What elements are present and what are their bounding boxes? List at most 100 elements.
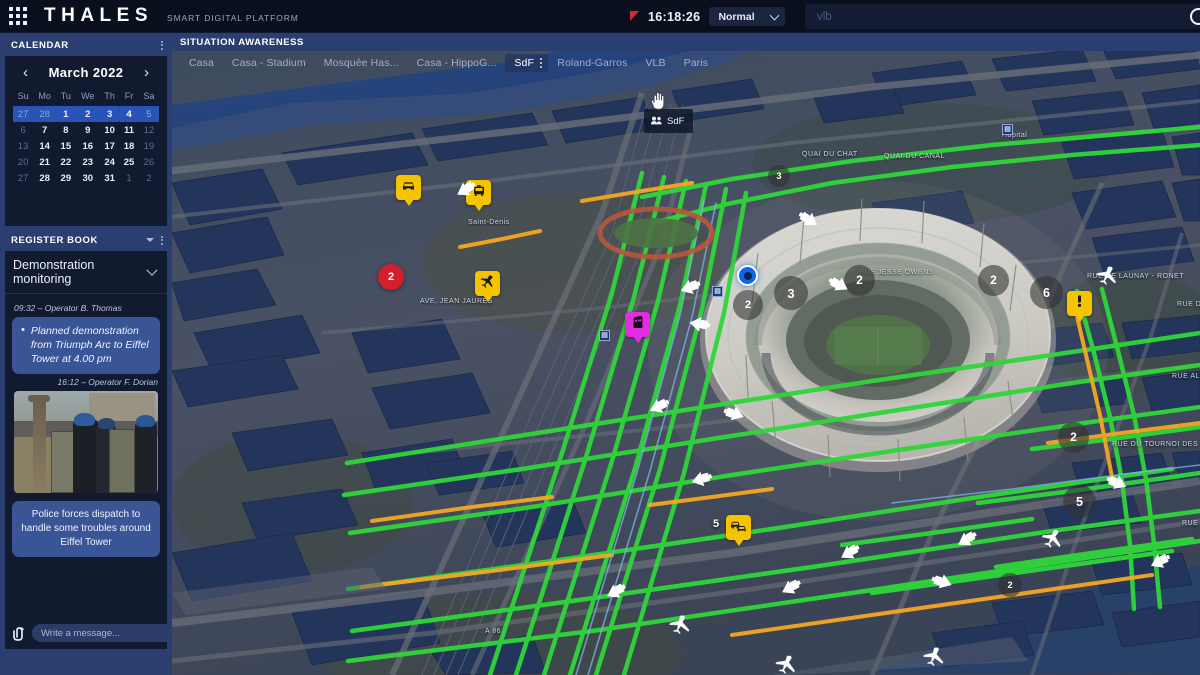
calendar-day[interactable]: 27 [13, 106, 34, 122]
caret-down-icon[interactable] [146, 238, 154, 242]
station-1[interactable]: ▤ [712, 286, 723, 297]
calendar-day[interactable]: 30 [76, 170, 100, 186]
calendar-day[interactable]: 17 [100, 138, 119, 154]
calendar-day[interactable]: 11 [119, 122, 138, 138]
apps-grid-icon[interactable] [0, 0, 36, 33]
station-2[interactable]: ▤ [599, 330, 610, 341]
calendar-day[interactable]: 16 [76, 138, 100, 154]
cluster-se-2[interactable]: 5 [1063, 485, 1096, 518]
search-input[interactable] [805, 10, 1135, 23]
situation-awareness-panel: QUAI DU CHAT QUAI DU CANAL Saint-Denis RUE … [172, 33, 1200, 675]
calendar-day[interactable]: 15 [56, 138, 75, 154]
calendar-day[interactable]: 24 [100, 154, 119, 170]
register-book-body: Demonstration monitoring 09:32 – Operato… [5, 251, 167, 649]
marker-traffic-south[interactable] [726, 515, 751, 546]
calendar-day[interactable]: 6 [13, 122, 33, 138]
calendar-day[interactable]: 31 [100, 170, 119, 186]
calendar-weekday: Th [104, 91, 115, 101]
mode-select[interactable]: Normal [709, 7, 785, 26]
calendar-day[interactable]: 12 [139, 122, 159, 138]
marker-selected-stadium[interactable] [737, 265, 758, 286]
calendar-day[interactable]: 3 [99, 106, 120, 122]
calendar-day[interactable]: 8 [56, 122, 75, 138]
calendar-day[interactable]: 10 [100, 122, 119, 138]
marker-airport-west[interactable] [475, 271, 500, 302]
calendar-day[interactable]: 27 [13, 170, 33, 186]
calendar-day[interactable]: 19 [139, 138, 159, 154]
calendar-day-selected[interactable]: 4 [119, 106, 139, 122]
calendar-day[interactable]: 21 [33, 154, 56, 170]
cluster-stadium-e[interactable]: 6 [1030, 276, 1063, 309]
calendar-day[interactable]: 2 [139, 170, 159, 186]
calendar-day[interactable]: 25 [119, 154, 138, 170]
search-bar[interactable] [805, 4, 1200, 29]
calendar-day[interactable]: 29 [56, 170, 75, 186]
calendar-day[interactable]: 23 [76, 154, 100, 170]
cluster-south[interactable]: 2 [998, 573, 1022, 597]
register-book-selector[interactable]: Demonstration monitoring [5, 251, 167, 294]
marker-incident-west[interactable]: 2 [378, 264, 404, 290]
calendar-day[interactable]: 26 [139, 154, 159, 170]
photo-shield [51, 431, 75, 493]
station-3[interactable]: ▤ [1002, 124, 1013, 135]
cluster-stadium-ne[interactable]: 2 [978, 265, 1009, 296]
street-label-tournoi: RUE DU TOURNOI DES CINQ NATIONS [1112, 441, 1200, 448]
tab-sdf[interactable]: SdF [505, 54, 549, 72]
calendar-day[interactable]: 2 [75, 106, 100, 122]
calendar-day[interactable]: 20 [13, 154, 33, 170]
clock: 16:18:26 [648, 9, 701, 24]
cluster-stadium-nw[interactable]: 3 [774, 276, 808, 310]
tab-casa-stadium[interactable]: Casa - Stadium [223, 54, 315, 72]
street-label-montjoie: RUE DE MONTJOIE [1177, 301, 1200, 308]
calendar-weekday-row: Su Mo Tu We Th Fr Sa [13, 89, 159, 106]
tab-paris[interactable]: Paris [675, 54, 717, 72]
attachment-icon[interactable] [12, 626, 25, 641]
marker-venue-rail[interactable] [625, 312, 650, 343]
calendar-day[interactable]: 5 [138, 106, 159, 122]
people-icon [651, 112, 662, 130]
calendar-weekday: We [81, 91, 95, 101]
cluster-nw[interactable]: 3 [768, 165, 790, 187]
calendar-day[interactable]: 13 [13, 138, 33, 154]
tab-vlb[interactable]: VLB [636, 54, 674, 72]
photo-shield [109, 429, 135, 493]
marker-alert-east[interactable] [1067, 291, 1092, 322]
tab-casa[interactable]: Casa [180, 54, 223, 72]
calendar-week-row: 27 28 29 30 31 1 2 [13, 170, 159, 186]
kebab-menu-icon[interactable] [539, 58, 543, 68]
calendar-next-icon[interactable]: › [144, 65, 149, 80]
search-icon[interactable] [1190, 8, 1200, 25]
calendar-weekday: Su [17, 91, 29, 101]
calendar-prev-icon[interactable]: ‹ [23, 65, 28, 80]
tab-mosqu-e-has...[interactable]: Mosquée Has... [315, 54, 408, 72]
chat-message-input[interactable] [32, 624, 167, 642]
street-label-alice: RUE ALICE MILLIAT [1172, 373, 1200, 380]
cluster-se-1[interactable]: 2 [1058, 422, 1089, 453]
tab-casa-hippog...[interactable]: Casa - HippoG... [408, 54, 506, 72]
calendar-day[interactable]: 14 [33, 138, 56, 154]
street-label-cosmonautes: RUE DES COSMONAUTES [1182, 520, 1200, 527]
entry-meta: 09:32 – Operator B. Thomas [14, 303, 122, 313]
camera-3[interactable] [686, 314, 711, 339]
entry-bubble[interactable]: Police forces dispatch to handle some tr… [12, 500, 160, 557]
photo-lamp-post [32, 396, 46, 493]
calendar-day[interactable]: 7 [33, 122, 56, 138]
register-book-entries: 09:32 – Operator B. Thomas • Planned dem… [5, 294, 167, 557]
entry-photo[interactable] [14, 390, 158, 493]
calendar-day[interactable]: 28 [33, 170, 56, 186]
calendar-day[interactable]: 1 [119, 170, 138, 186]
calendar-day[interactable]: 9 [76, 122, 100, 138]
calendar-day[interactable]: 1 [56, 106, 76, 122]
topbar-status-group: 16:18:26 Normal [630, 0, 785, 33]
cluster-stadium-w[interactable]: 2 [733, 290, 763, 320]
kebab-menu-icon[interactable] [161, 235, 163, 245]
calendar-day[interactable]: 18 [119, 138, 138, 154]
calendar-widget: ‹ March 2022 › Su Mo Tu We Th Fr Sa 27 28 1 2 3 4 5 6… [5, 56, 167, 226]
calendar-day[interactable]: 28 [33, 106, 57, 122]
kebab-menu-icon[interactable] [161, 40, 163, 50]
calendar-day[interactable]: 22 [56, 154, 75, 170]
marker-car-north[interactable] [396, 175, 421, 206]
entry-bubble[interactable]: • Planned demonstration from Triumph Arc… [12, 317, 160, 374]
tab-roland-garros[interactable]: Roland-Garros [548, 54, 636, 72]
tab-label: Mosquée Has... [323, 57, 399, 69]
